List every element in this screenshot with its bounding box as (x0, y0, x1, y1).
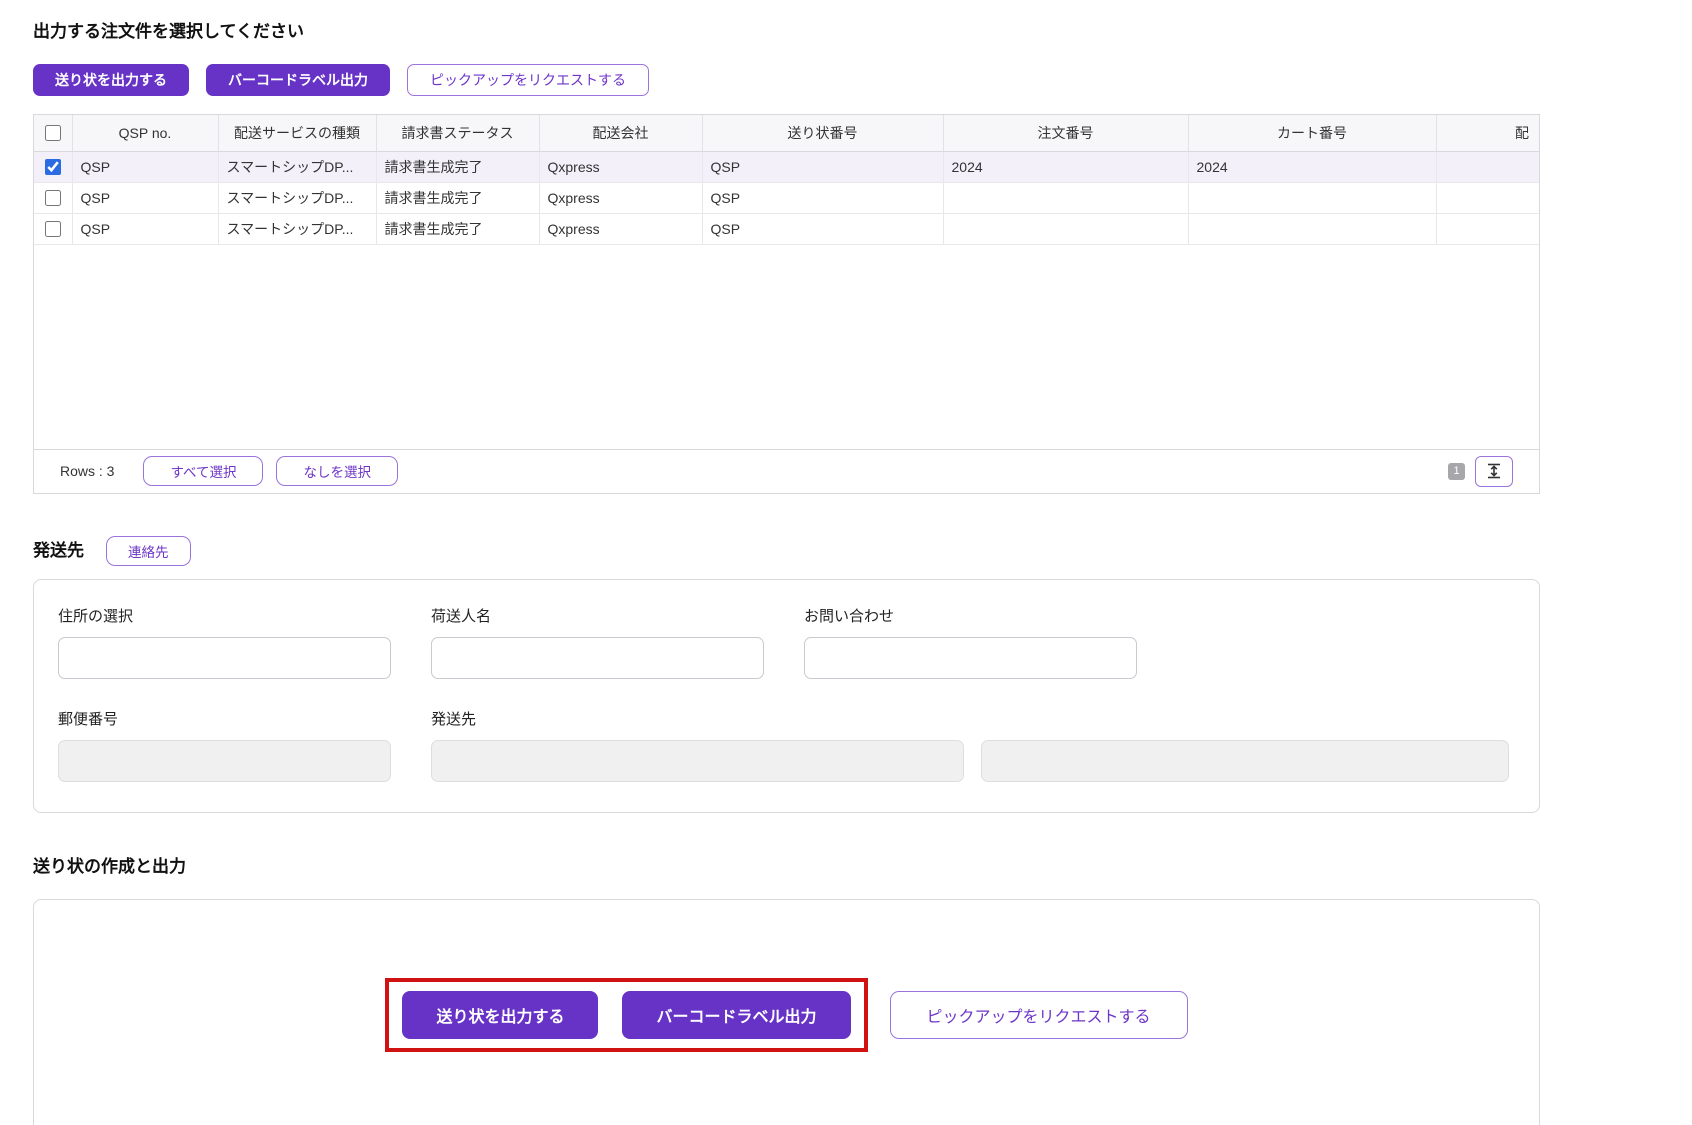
ship-from-input (431, 739, 964, 782)
cell-qsp-no: QSP (72, 151, 219, 183)
cell-extra (1436, 182, 1539, 214)
address-detail-field (981, 739, 1509, 782)
shipper-name-input[interactable] (431, 636, 764, 679)
request-pickup-button-top[interactable]: ピックアップをリクエストする (407, 64, 649, 96)
cell-invoice-status: 請求書生成完了 (376, 213, 540, 245)
cell-service-type: スマートシップDP... (218, 151, 377, 183)
column-header-invoice-no: 送り状番号 (702, 115, 944, 152)
row-checkbox-cell (34, 151, 73, 183)
row-checkbox-cell (34, 213, 73, 245)
postal-code-input (58, 739, 391, 782)
cell-carrier: Qxpress (539, 213, 703, 245)
shipper-name-label: 荷送人名 (431, 607, 492, 625)
postal-code-label: 郵便番号 (58, 710, 119, 728)
ship-from-field: 発送先 (431, 711, 964, 782)
cell-order-no (943, 182, 1189, 214)
print-invoice-button-top[interactable]: 送り状を出力する (33, 64, 189, 96)
cell-cart-no (1188, 213, 1437, 245)
select-all-button[interactable]: すべて選択 (143, 456, 264, 486)
column-header-qsp-no: QSP no. (72, 115, 219, 152)
cell-invoice-no: QSP (702, 213, 944, 245)
shipper-form-row-2: 郵便番号 発送先 (58, 711, 1515, 782)
address-select-label: 住所の選択 (58, 607, 134, 625)
cell-qsp-no: QSP (72, 213, 219, 245)
cell-service-type: スマートシップDP... (218, 213, 377, 245)
table-header-row: QSP no. 配送サービスの種類 請求書ステータス 配送会社 送り状番号 注文… (34, 115, 1539, 152)
cell-invoice-no: QSP (702, 151, 944, 183)
cell-order-no (943, 213, 1189, 245)
ship-from-label: 発送先 (431, 710, 477, 728)
inquiry-field: お問い合わせ (804, 608, 1137, 679)
inquiry-input[interactable] (804, 636, 1137, 679)
contact-button[interactable]: 連絡先 (106, 535, 191, 566)
order-table-scroll[interactable]: QSP no. 配送サービスの種類 請求書ステータス 配送会社 送り状番号 注文… (34, 115, 1539, 245)
annotation-rectangle: 送り状を出力する バーコードラベル出力 (385, 977, 868, 1052)
cell-service-type: スマートシップDP... (218, 182, 377, 214)
row-checkbox[interactable] (44, 159, 61, 176)
cell-carrier: Qxpress (539, 151, 703, 183)
table-row[interactable]: QSP スマートシップDP... 請求書生成完了 Qxpress QSP (34, 213, 1539, 245)
cell-qsp-no: QSP (72, 182, 219, 214)
order-table-body: QSP スマートシップDP... 請求書生成完了 Qxpress QSP 2024 2024… (34, 151, 1539, 245)
cell-carrier: Qxpress (539, 182, 703, 214)
address-select-input[interactable] (58, 636, 391, 679)
fit-height-icon (1486, 463, 1502, 479)
top-toolbar: 送り状を出力する バーコードラベル出力 ピックアップをリクエストする (33, 64, 1540, 96)
row-checkbox[interactable] (44, 221, 61, 238)
request-pickup-button-bottom[interactable]: ピックアップをリクエストする (889, 990, 1188, 1039)
shipper-name-field: 荷送人名 (431, 608, 764, 679)
order-table: QSP no. 配送サービスの種類 請求書ステータス 配送会社 送り状番号 注文… (33, 114, 1540, 494)
print-invoice-button-bottom[interactable]: 送り状を出力する (402, 990, 599, 1039)
cell-cart-no: 2024 (1188, 151, 1437, 183)
cell-invoice-status: 請求書生成完了 (376, 182, 540, 214)
address-detail-input (981, 739, 1509, 782)
fit-height-button[interactable] (1475, 455, 1513, 487)
cell-cart-no (1188, 182, 1437, 214)
postal-code-field: 郵便番号 (58, 711, 391, 782)
output-section-heading: 送り状の作成と出力 (33, 856, 186, 876)
page-title: 出力する注文件を選択してください (33, 22, 304, 41)
table-footer-right: 1 (1448, 455, 1513, 487)
table-empty-area (34, 245, 1539, 449)
select-none-button[interactable]: なしを選択 (276, 456, 398, 486)
cell-invoice-no: QSP (702, 182, 944, 214)
shipper-form: 住所の選択 荷送人名 お問い合わせ 郵便番号 発送先 (33, 578, 1540, 813)
page-number-badge: 1 (1448, 462, 1465, 480)
table-footer: Rows : 3 すべて選択 なしを選択 1 (34, 448, 1539, 493)
cell-extra (1436, 213, 1539, 245)
output-buttons-row: 送り状を出力する バーコードラベル出力 ピックアップをリクエストする (34, 977, 1539, 1052)
rows-count-label: Rows : 3 (60, 463, 115, 479)
column-header-service-type: 配送サービスの種類 (218, 115, 377, 152)
table-row[interactable]: QSP スマートシップDP... 請求書生成完了 Qxpress QSP 2024 2024 (34, 151, 1539, 183)
barcode-label-button-bottom[interactable]: バーコードラベル出力 (622, 990, 851, 1039)
column-header-cart-no: カート番号 (1188, 115, 1437, 152)
shipper-form-row-1: 住所の選択 荷送人名 お問い合わせ (58, 608, 1515, 679)
row-checkbox-cell (34, 182, 73, 214)
cell-order-no: 2024 (943, 151, 1189, 183)
shipping-output-page: 出力する注文件を選択してください 送り状を出力する バーコードラベル出力 ピック… (0, 0, 1540, 1125)
shipper-section-head: 発送先 連絡先 (33, 535, 1540, 566)
column-header-order-no: 注文番号 (943, 115, 1189, 152)
barcode-label-button-top[interactable]: バーコードラベル出力 (206, 64, 390, 96)
row-checkbox[interactable] (44, 190, 61, 207)
cell-invoice-status: 請求書生成完了 (376, 151, 540, 183)
address-select-field: 住所の選択 (58, 608, 391, 679)
inquiry-label: お問い合わせ (804, 607, 895, 625)
shipper-heading: 発送先 (33, 540, 84, 560)
select-all-checkbox[interactable] (44, 125, 61, 142)
cell-extra (1436, 151, 1539, 183)
column-header-carrier: 配送会社 (539, 115, 703, 152)
table-row[interactable]: QSP スマートシップDP... 請求書生成完了 Qxpress QSP (34, 182, 1539, 214)
column-header-clipped: 配 (1436, 115, 1539, 152)
output-box: 送り状を出力する バーコードラベル出力 ピックアップをリクエストする (33, 898, 1540, 1125)
column-header-invoice-status: 請求書ステータス (376, 115, 540, 152)
